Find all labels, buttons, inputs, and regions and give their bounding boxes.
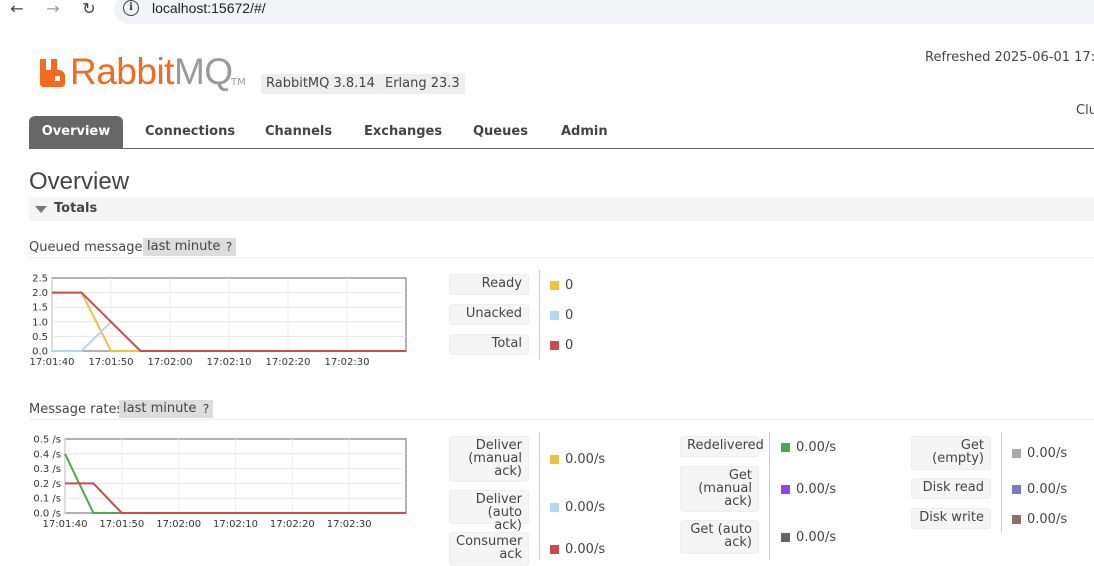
consumer-ack-swatch <box>550 545 559 554</box>
get-empty-value: 0.00/s <box>1027 446 1068 461</box>
y-tick-label: 2.0 <box>32 288 48 299</box>
legend-unacked-label: Unacked <box>449 304 529 325</box>
unacked-swatch <box>550 311 559 320</box>
x-tick-label: 17:01:40 <box>43 519 88 530</box>
legend-deliver-auto-label: Deliver (auto ack) <box>449 490 529 532</box>
y-tick-label: 1.5 <box>32 303 48 314</box>
deliver-manual-value: 0.00/s <box>565 452 606 467</box>
y-tick-label: 2.5 <box>32 274 48 285</box>
queued-period-selector[interactable]: last minute <box>143 238 225 256</box>
back-icon[interactable]: ← <box>7 0 27 20</box>
tab-queues[interactable]: Queues <box>458 116 543 148</box>
y-tick-label: 0.3 /s <box>33 464 61 475</box>
legend-separator <box>1001 432 1002 532</box>
x-tick-label: 17:02:00 <box>156 519 201 530</box>
logo-rabbit: Rabbit <box>70 51 174 92</box>
y-tick-label: 0.0 /s <box>33 509 61 520</box>
legend-separator <box>539 432 540 560</box>
deliver-auto-value: 0.00/s <box>565 500 606 515</box>
browser-toolbar: ← → ↻ i localhost:15672/#/ <box>0 0 1094 25</box>
legend-consumer-ack-label: Consumer ack <box>449 532 529 566</box>
x-tick-label: 17:02:30 <box>325 357 370 368</box>
y-tick-label: 0.5 <box>32 332 48 343</box>
main-nav-tabs: Overview Connections Channels Exchanges … <box>29 116 1094 149</box>
message-rates-label: Message rates <box>29 402 124 417</box>
totals-section-toggle[interactable]: Totals <box>29 197 1094 221</box>
tab-exchanges[interactable]: Exchanges <box>349 116 457 148</box>
forward-icon[interactable]: → <box>43 0 63 20</box>
erlang-version-badge: Erlang 23.3 <box>380 74 465 94</box>
x-tick-label: 17:02:10 <box>207 357 252 368</box>
disk-write-value: 0.00/s <box>1027 512 1068 527</box>
url-text[interactable]: localhost:15672/#/ <box>152 0 266 16</box>
y-tick-label: 0.1 /s <box>33 494 61 505</box>
totals-heading: Totals <box>54 201 98 216</box>
y-tick-label: 0.4 /s <box>33 449 61 460</box>
queued-messages-label: Queued messages <box>29 240 150 255</box>
redelivered-value: 0.00/s <box>796 440 837 455</box>
rates-help-button[interactable]: ? <box>199 400 213 418</box>
rabbit-logo-icon <box>40 59 65 87</box>
x-tick-label: 17:01:50 <box>99 519 144 530</box>
reload-icon[interactable]: ↻ <box>79 0 99 20</box>
legend-deliver-manual-label: Deliver (manual ack) <box>449 436 529 482</box>
x-tick-label: 17:02:10 <box>213 519 258 530</box>
x-tick-label: 17:01:40 <box>30 357 75 368</box>
logo-wordmark: RabbitMQ <box>70 51 233 93</box>
x-tick-label: 17:02:20 <box>270 519 315 530</box>
disk-write-swatch <box>1012 515 1021 524</box>
ready-value: 0 <box>565 278 574 293</box>
legend-get-manual-label: Get (manual ack) <box>680 466 759 512</box>
rabbitmq-version-badge: RabbitMQ 3.8.14 <box>261 74 380 94</box>
x-tick-label: 17:01:50 <box>89 357 134 368</box>
tab-channels[interactable]: Channels <box>250 116 347 148</box>
x-tick-label: 17:02:00 <box>148 357 193 368</box>
y-tick-label: 1.0 <box>32 317 48 328</box>
page-title: Overview <box>29 168 130 195</box>
deliver-auto-swatch <box>550 503 559 512</box>
rates-period-selector[interactable]: last minute <box>119 400 201 418</box>
collapse-triangle-icon <box>35 206 47 213</box>
deliver-manual-swatch <box>550 455 559 464</box>
tab-overview[interactable]: Overview <box>29 116 123 148</box>
ready-swatch <box>550 281 559 290</box>
x-tick-label: 17:02:20 <box>266 357 311 368</box>
legend-separator <box>769 432 770 560</box>
disk-read-value: 0.00/s <box>1027 482 1068 497</box>
legend-get-auto-label: Get (auto ack) <box>680 520 759 554</box>
queued-help-button[interactable]: ? <box>222 238 236 256</box>
site-info-icon[interactable]: i <box>123 0 139 16</box>
tab-connections[interactable]: Connections <box>130 116 250 148</box>
y-tick-label: 0.5 /s <box>33 435 61 446</box>
legend-separator <box>539 270 540 360</box>
unacked-value: 0 <box>565 308 574 323</box>
legend-disk-read-label: Disk read <box>911 478 991 499</box>
message-rates-chart: 0.0 /s 0.1 /s 0.2 /s 0.3 /s 0.4 /s 0.5 /s 17:0… <box>33 435 407 530</box>
get-manual-swatch <box>781 485 790 494</box>
queued-messages-chart: 0.0 0.5 1.0 1.5 2.0 2.5 17:01:40 17:01:50 17:02:… <box>30 274 407 368</box>
x-tick-label: 17:02:30 <box>327 519 372 530</box>
legend-ready-label: Ready <box>449 274 529 295</box>
legend-disk-write-label: Disk write <box>911 508 991 529</box>
legend-redelivered-label: Redelivered <box>680 436 764 457</box>
redelivered-swatch <box>781 443 790 452</box>
get-auto-swatch <box>781 533 790 542</box>
get-manual-value: 0.00/s <box>796 482 837 497</box>
logo-mq: MQ <box>173 51 233 92</box>
get-empty-swatch <box>1012 449 1021 458</box>
tab-admin[interactable]: Admin <box>546 116 623 148</box>
refreshed-timestamp: Refreshed 2025-06-01 17:0 <box>925 50 1094 65</box>
get-auto-value: 0.00/s <box>796 530 837 545</box>
y-tick-label: 0.2 /s <box>33 479 61 490</box>
divider <box>29 257 1094 258</box>
consumer-ack-value: 0.00/s <box>565 542 606 557</box>
logo-trademark: TM <box>231 77 246 88</box>
y-tick-label: 0.0 <box>32 347 48 358</box>
divider <box>29 419 1094 420</box>
legend-total-label: Total <box>449 334 529 355</box>
disk-read-swatch <box>1012 485 1021 494</box>
total-swatch <box>550 341 559 350</box>
total-value: 0 <box>565 338 574 353</box>
legend-get-empty-label: Get (empty) <box>911 436 991 470</box>
